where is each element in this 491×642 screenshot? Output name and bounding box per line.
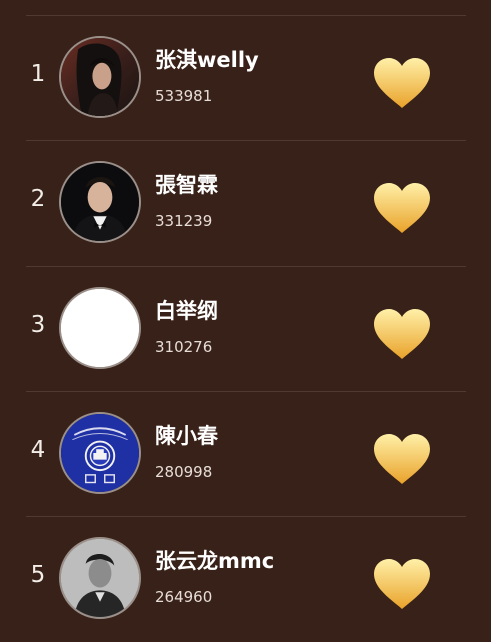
row-divider	[26, 516, 466, 517]
user-score: 264960	[155, 588, 213, 606]
ranking-list: 1 张淇welly 533981 2 張智霖 331239 3 白举纲 3102…	[0, 0, 491, 624]
avatar[interactable]	[59, 161, 141, 243]
avatar[interactable]	[59, 412, 141, 494]
row-divider	[26, 140, 466, 141]
avatar-photo-icon	[61, 539, 139, 617]
avatar[interactable]	[59, 287, 141, 369]
ranking-row[interactable]: 1 张淇welly 533981	[0, 15, 491, 141]
user-score: 533981	[155, 87, 213, 105]
avatar-photo-icon	[61, 163, 139, 241]
avatar-blank-icon	[61, 289, 139, 367]
heart-icon[interactable]	[371, 181, 433, 235]
row-divider	[26, 15, 466, 16]
rank-number: 2	[30, 186, 46, 212]
rank-number: 3	[30, 312, 46, 338]
ranking-row[interactable]: 3 白举纲 310276	[0, 266, 491, 392]
ranking-row[interactable]: 4 陳小春 280998	[0, 391, 491, 517]
user-name: 白举纲	[155, 299, 218, 323]
rank-number: 5	[30, 562, 46, 588]
rank-number: 4	[30, 437, 46, 463]
rank-number: 1	[30, 61, 46, 87]
user-score: 331239	[155, 212, 213, 230]
user-name: 张淇welly	[155, 48, 259, 72]
ranking-row[interactable]: 5 张云龙mmc 264960	[0, 516, 491, 642]
row-divider	[26, 266, 466, 267]
user-score: 280998	[155, 463, 213, 481]
user-score: 310276	[155, 338, 213, 356]
avatar[interactable]	[59, 36, 141, 118]
row-divider	[26, 391, 466, 392]
heart-icon[interactable]	[371, 557, 433, 611]
heart-icon[interactable]	[371, 56, 433, 110]
heart-icon[interactable]	[371, 432, 433, 486]
ranking-row[interactable]: 2 張智霖 331239	[0, 140, 491, 266]
user-name: 張智霖	[155, 173, 218, 197]
avatar[interactable]	[59, 537, 141, 619]
avatar-photo-icon	[61, 38, 139, 116]
user-name: 陳小春	[155, 424, 218, 448]
user-name: 张云龙mmc	[155, 549, 275, 573]
heart-icon[interactable]	[371, 307, 433, 361]
passport-emblem-icon	[61, 414, 139, 492]
